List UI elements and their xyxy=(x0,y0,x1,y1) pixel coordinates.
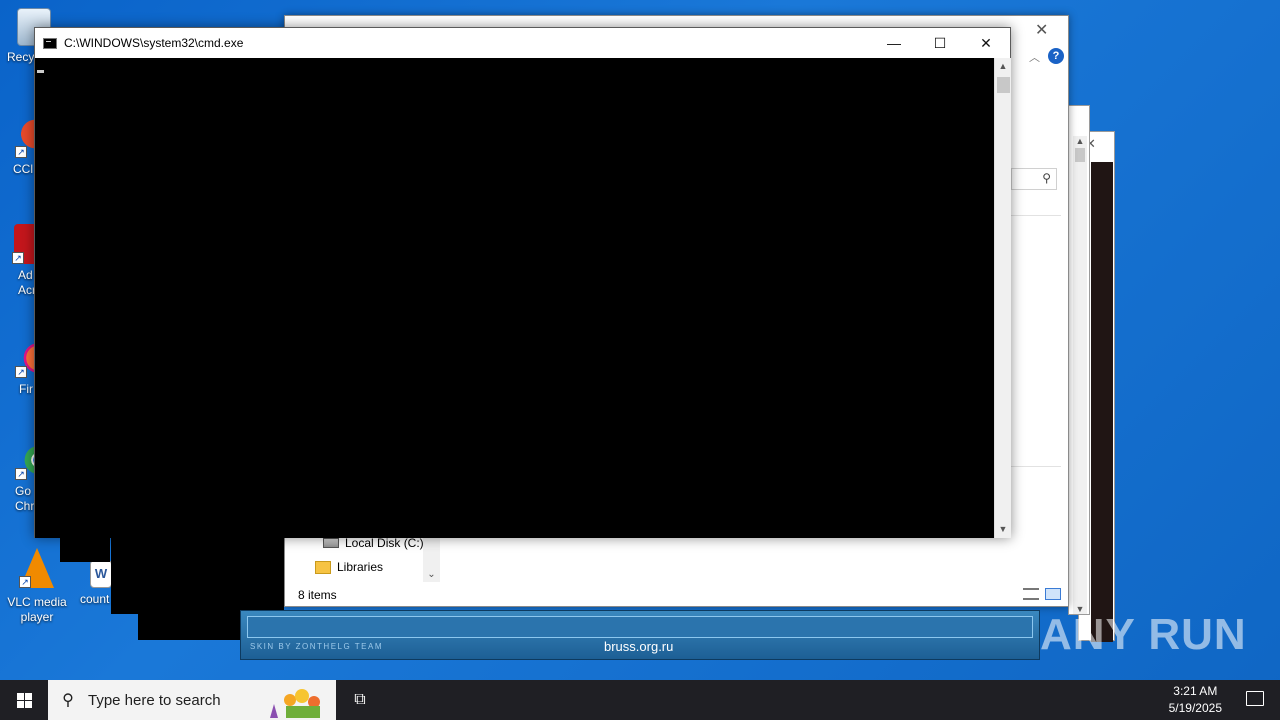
skin-display-panel xyxy=(247,616,1033,638)
pane-divider xyxy=(1011,466,1061,467)
header-divider xyxy=(1011,215,1061,216)
black-artifact-block xyxy=(138,614,240,640)
cmd-title-bar[interactable]: C:\WINDOWS\system32\cmd.exe — ☐ ✕ xyxy=(35,28,1010,58)
black-artifact-block xyxy=(111,537,284,614)
desktop-icon-label: VLC media player xyxy=(7,595,67,624)
scroll-thumb[interactable] xyxy=(1075,148,1085,162)
cmd-app-icon xyxy=(43,37,57,49)
scroll-up-arrow-icon[interactable]: ▲ xyxy=(995,58,1011,75)
help-icon[interactable]: ? xyxy=(1048,48,1064,64)
drive-icon xyxy=(323,538,339,548)
cmd-window-title: C:\WINDOWS\system32\cmd.exe xyxy=(64,36,244,50)
anyrun-watermark: ANY RUN xyxy=(1040,610,1247,660)
windows-logo-icon xyxy=(16,692,32,708)
notification-center-icon[interactable] xyxy=(1246,691,1264,706)
watermark-text: ANY RUN xyxy=(1040,610,1247,659)
tree-item[interactable]: Local Disk (C:) xyxy=(323,536,424,550)
tree-item-label: Libraries xyxy=(337,560,384,574)
scroll-up-arrow-icon[interactable]: ▲ xyxy=(1073,136,1087,146)
console-scrollbar[interactable]: ▲ ▼ xyxy=(994,58,1011,538)
large-icons-view-icon[interactable] xyxy=(1045,588,1061,600)
taskbar: ⚲ Type here to search ⧉ 3:21 AM 5/19/202… xyxy=(0,680,1280,720)
shortcut-arrow-icon: ↗ xyxy=(12,252,24,264)
status-text: 8 items xyxy=(298,588,337,602)
window-sliver-dark xyxy=(1091,162,1113,642)
desktop-icon-vlc[interactable]: ↗ VLC media player xyxy=(6,548,68,625)
tree-item-label: Local Disk (C:) xyxy=(345,536,424,550)
scroll-down-arrow-icon[interactable]: ⌄ xyxy=(423,569,440,580)
shortcut-arrow-icon: ↗ xyxy=(15,146,27,158)
start-button[interactable] xyxy=(0,680,48,720)
ribbon-collapse-icon[interactable]: ︿ xyxy=(1029,49,1040,65)
search-icon: ⚲ xyxy=(62,692,74,709)
scroll-track[interactable]: ▲ ▼ xyxy=(1073,136,1087,614)
tree-item[interactable]: Libraries xyxy=(315,560,383,574)
search-highlight-flowers-icon xyxy=(260,684,330,718)
cmd-window[interactable]: C:\WINDOWS\system32\cmd.exe — ☐ ✕ ▲ ▼ xyxy=(34,27,1011,538)
skin-credit-text: SKIN BY ZONTHELG TEAM xyxy=(250,642,384,651)
task-view-button[interactable]: ⧉ xyxy=(344,680,376,720)
console-output-area[interactable] xyxy=(35,58,994,538)
minimize-button[interactable]: — xyxy=(871,28,917,58)
text-cursor xyxy=(37,70,44,73)
taskbar-search-box[interactable]: ⚲ Type here to search xyxy=(48,680,336,720)
task-view-icon: ⧉ xyxy=(354,691,366,708)
search-placeholder: Type here to search xyxy=(88,691,221,709)
clock-date: 5/19/2025 xyxy=(1168,701,1222,715)
clock-time: 3:21 AM xyxy=(1173,684,1218,698)
details-view-icon[interactable] xyxy=(1023,588,1039,600)
vlc-icon: ↗ xyxy=(19,548,54,588)
maximize-button[interactable]: ☐ xyxy=(917,28,963,58)
folder-icon xyxy=(315,560,331,574)
black-artifact-block xyxy=(60,537,110,562)
search-box[interactable]: ⚲ xyxy=(1011,168,1057,190)
scroll-thumb[interactable] xyxy=(997,77,1010,93)
background-window-2[interactable]: ▲ ▼ xyxy=(1068,105,1090,615)
skinned-player-window[interactable]: SKIN BY ZONTHELG TEAM bruss.org.ru xyxy=(240,610,1040,660)
close-button[interactable]: ✕ xyxy=(963,28,1009,58)
explorer-close-button[interactable]: ✕ xyxy=(1035,20,1048,40)
tree-scrollbar[interactable]: ⌄ xyxy=(423,536,440,582)
shortcut-arrow-icon: ↗ xyxy=(15,366,27,378)
scroll-down-arrow-icon[interactable]: ▼ xyxy=(995,521,1011,538)
search-icon: ⚲ xyxy=(1042,171,1051,185)
shortcut-arrow-icon: ↗ xyxy=(15,468,27,480)
shortcut-arrow-icon: ↗ xyxy=(19,576,31,588)
system-clock[interactable]: 3:21 AM 5/19/2025 xyxy=(1169,683,1222,717)
word-doc-icon: W xyxy=(90,560,112,588)
skin-site-link[interactable]: bruss.org.ru xyxy=(604,639,673,654)
